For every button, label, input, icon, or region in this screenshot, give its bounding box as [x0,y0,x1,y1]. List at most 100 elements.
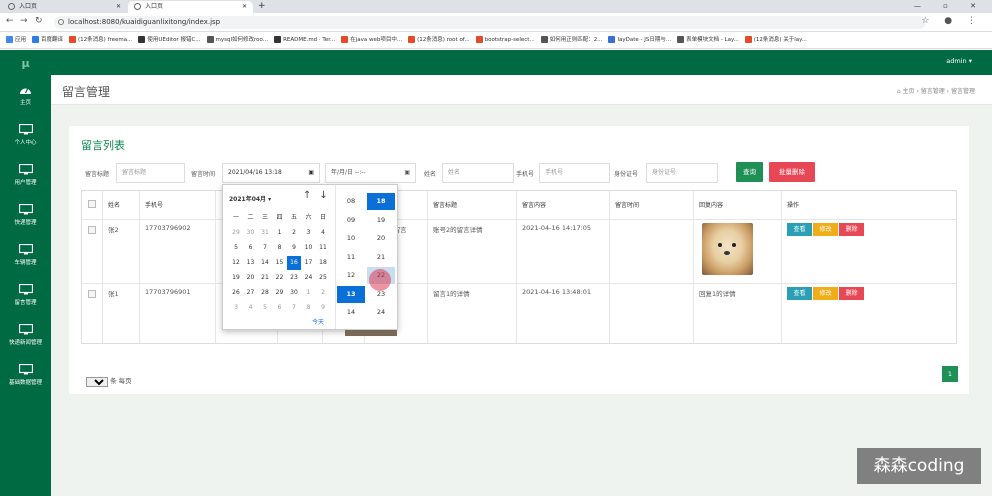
bookmark-item[interactable]: 表单模块文档 - Lay... [677,32,739,48]
sidebar-item[interactable]: 快递管理 [0,198,51,238]
sidebar-item[interactable]: 快递新闻管理 [0,318,51,358]
calendar-day[interactable]: 24 [302,271,316,285]
close-icon[interactable]: ✕ [116,1,121,13]
calendar-day[interactable]: 2 [316,286,330,300]
back-icon[interactable]: ← [6,16,14,26]
calendar-day[interactable]: 7 [258,241,272,255]
month-nav-icons[interactable]: ↑↓ [303,190,336,201]
sidebar-item[interactable]: 个人中心 [0,118,51,158]
sidebar-item[interactable]: 车辆管理 [0,238,51,278]
sidebar-item[interactable]: 主页 [0,78,51,118]
bookmark-item[interactable]: README.md · Ter... [274,32,335,48]
calendar-day[interactable]: 19 [229,271,243,285]
sidebar-item[interactable]: 留言管理 [0,278,51,318]
calendar-day[interactable]: 5 [229,241,243,255]
calendar-day[interactable]: 2 [287,226,301,240]
calendar-day[interactable]: 15 [273,256,287,270]
bookmark-item[interactable]: mysql如何修改roo... [206,32,268,48]
reload-icon[interactable]: ↻ [35,16,43,26]
admin-menu[interactable]: admin ▾ [946,57,972,65]
title-filter-input[interactable]: 留言标题 [116,163,185,183]
bookmark-item[interactable]: (12条消息) 关于lay... [744,32,807,48]
calendar-day[interactable]: 14 [258,256,272,270]
bookmark-item[interactable]: layDate - JS日期与... [608,32,671,48]
minute-option[interactable]: 18 [367,193,395,210]
calendar-day[interactable]: 16 [287,256,301,270]
sidebar-item[interactable]: 基础数据管理 [0,358,51,398]
calendar-day[interactable]: 21 [258,271,272,285]
delete-button[interactable]: 删除 [839,223,864,236]
hour-option[interactable]: 10 [337,230,365,247]
bookmark-item[interactable]: (12条消息) freema... [69,32,132,48]
bookmark-item[interactable]: 在java web项目中... [341,32,402,48]
minute-option[interactable]: 20 [367,230,395,247]
edit-button[interactable]: 修改 [813,223,838,236]
row-checkbox[interactable] [88,290,96,298]
calendar-day[interactable]: 6 [273,301,287,315]
bookmark-item[interactable]: 应用 [6,32,26,48]
calendar-day[interactable]: 18 [316,256,330,270]
calendar-day[interactable]: 31 [258,226,272,240]
calendar-icon[interactable]: ▣ [404,164,410,182]
browser-tab-active[interactable]: 入口页 ✕ [128,1,253,13]
name-filter-input[interactable]: 姓名 [442,163,514,183]
calendar-day[interactable]: 11 [316,241,330,255]
calendar-day[interactable]: 3 [302,226,316,240]
new-tab-icon[interactable]: + [258,0,266,12]
calendar-day[interactable]: 27 [244,286,258,300]
close-icon[interactable]: ✕ [242,1,247,13]
calendar-day[interactable]: 9 [287,241,301,255]
select-all-checkbox[interactable] [88,200,96,208]
row-checkbox[interactable] [88,226,96,234]
page-size-select[interactable]: 10 [86,377,108,387]
calendar-day[interactable]: 1 [273,226,287,240]
time-end-input[interactable]: 年/月/日 --:-- ▣ [325,163,416,183]
bookmark-item[interactable]: 百度翻译 [32,32,63,48]
calendar-day[interactable]: 20 [244,271,258,285]
minute-option[interactable]: 21 [367,249,395,266]
minute-option[interactable]: 19 [367,212,395,229]
edit-button[interactable]: 修改 [813,287,838,300]
batch-delete-button[interactable]: 批量删除 [769,162,815,182]
calendar-icon[interactable]: ▣ [308,164,314,182]
minute-option[interactable]: 24 [367,304,395,321]
calendar-day[interactable]: 26 [229,286,243,300]
page-button[interactable]: 1 [942,366,958,382]
today-button[interactable]: 今天 [312,317,324,326]
hour-option[interactable]: 13 [337,285,365,303]
calendar-day[interactable]: 8 [302,301,316,315]
browser-tab[interactable]: 入口页 ✕ [2,1,127,13]
calendar-day[interactable]: 4 [244,301,258,315]
hour-option[interactable]: 08 [337,193,365,210]
hour-option[interactable]: 12 [337,267,365,284]
bookmark-item[interactable]: (12条消息) root of... [408,32,470,48]
forward-icon[interactable]: → [20,16,28,26]
calendar-day[interactable]: 9 [316,301,330,315]
calendar-day[interactable]: 22 [273,271,287,285]
calendar-day[interactable]: 13 [244,256,258,270]
window-controls[interactable]: — ▫ ✕ [914,0,986,12]
calendar-day[interactable]: 10 [302,241,316,255]
id-filter-input[interactable]: 身份证号 [646,163,718,183]
hour-option[interactable]: 11 [337,249,365,266]
month-select[interactable]: 2021年04月 ▾ [229,194,271,203]
calendar-day[interactable]: 1 [302,286,316,300]
calendar-day[interactable]: 29 [273,286,287,300]
calendar-day[interactable]: 12 [229,256,243,270]
calendar-day[interactable]: 6 [244,241,258,255]
url-input[interactable]: localhost:8080/kuaidiguanlixitong/index.… [54,16,926,29]
bookmark-item[interactable]: 使用UEditor 报错C... [138,32,201,48]
calendar-day[interactable]: 23 [287,271,301,285]
time-start-input[interactable]: 2021/04/16 13:18 ▣ [222,163,320,183]
hour-option[interactable]: 14 [337,304,365,321]
calendar-day[interactable]: 8 [273,241,287,255]
hour-option[interactable]: 09 [337,212,365,229]
calendar-day[interactable]: 30 [287,286,301,300]
calendar-day[interactable]: 5 [258,301,272,315]
view-button[interactable]: 查看 [787,287,812,300]
calendar-day[interactable]: 7 [287,301,301,315]
delete-button[interactable]: 删除 [839,287,864,300]
calendar-day[interactable]: 4 [316,226,330,240]
phone-filter-input[interactable]: 手机号 [539,163,610,183]
browser-menu-icons[interactable]: ☆ ● ⋮ [921,16,982,26]
